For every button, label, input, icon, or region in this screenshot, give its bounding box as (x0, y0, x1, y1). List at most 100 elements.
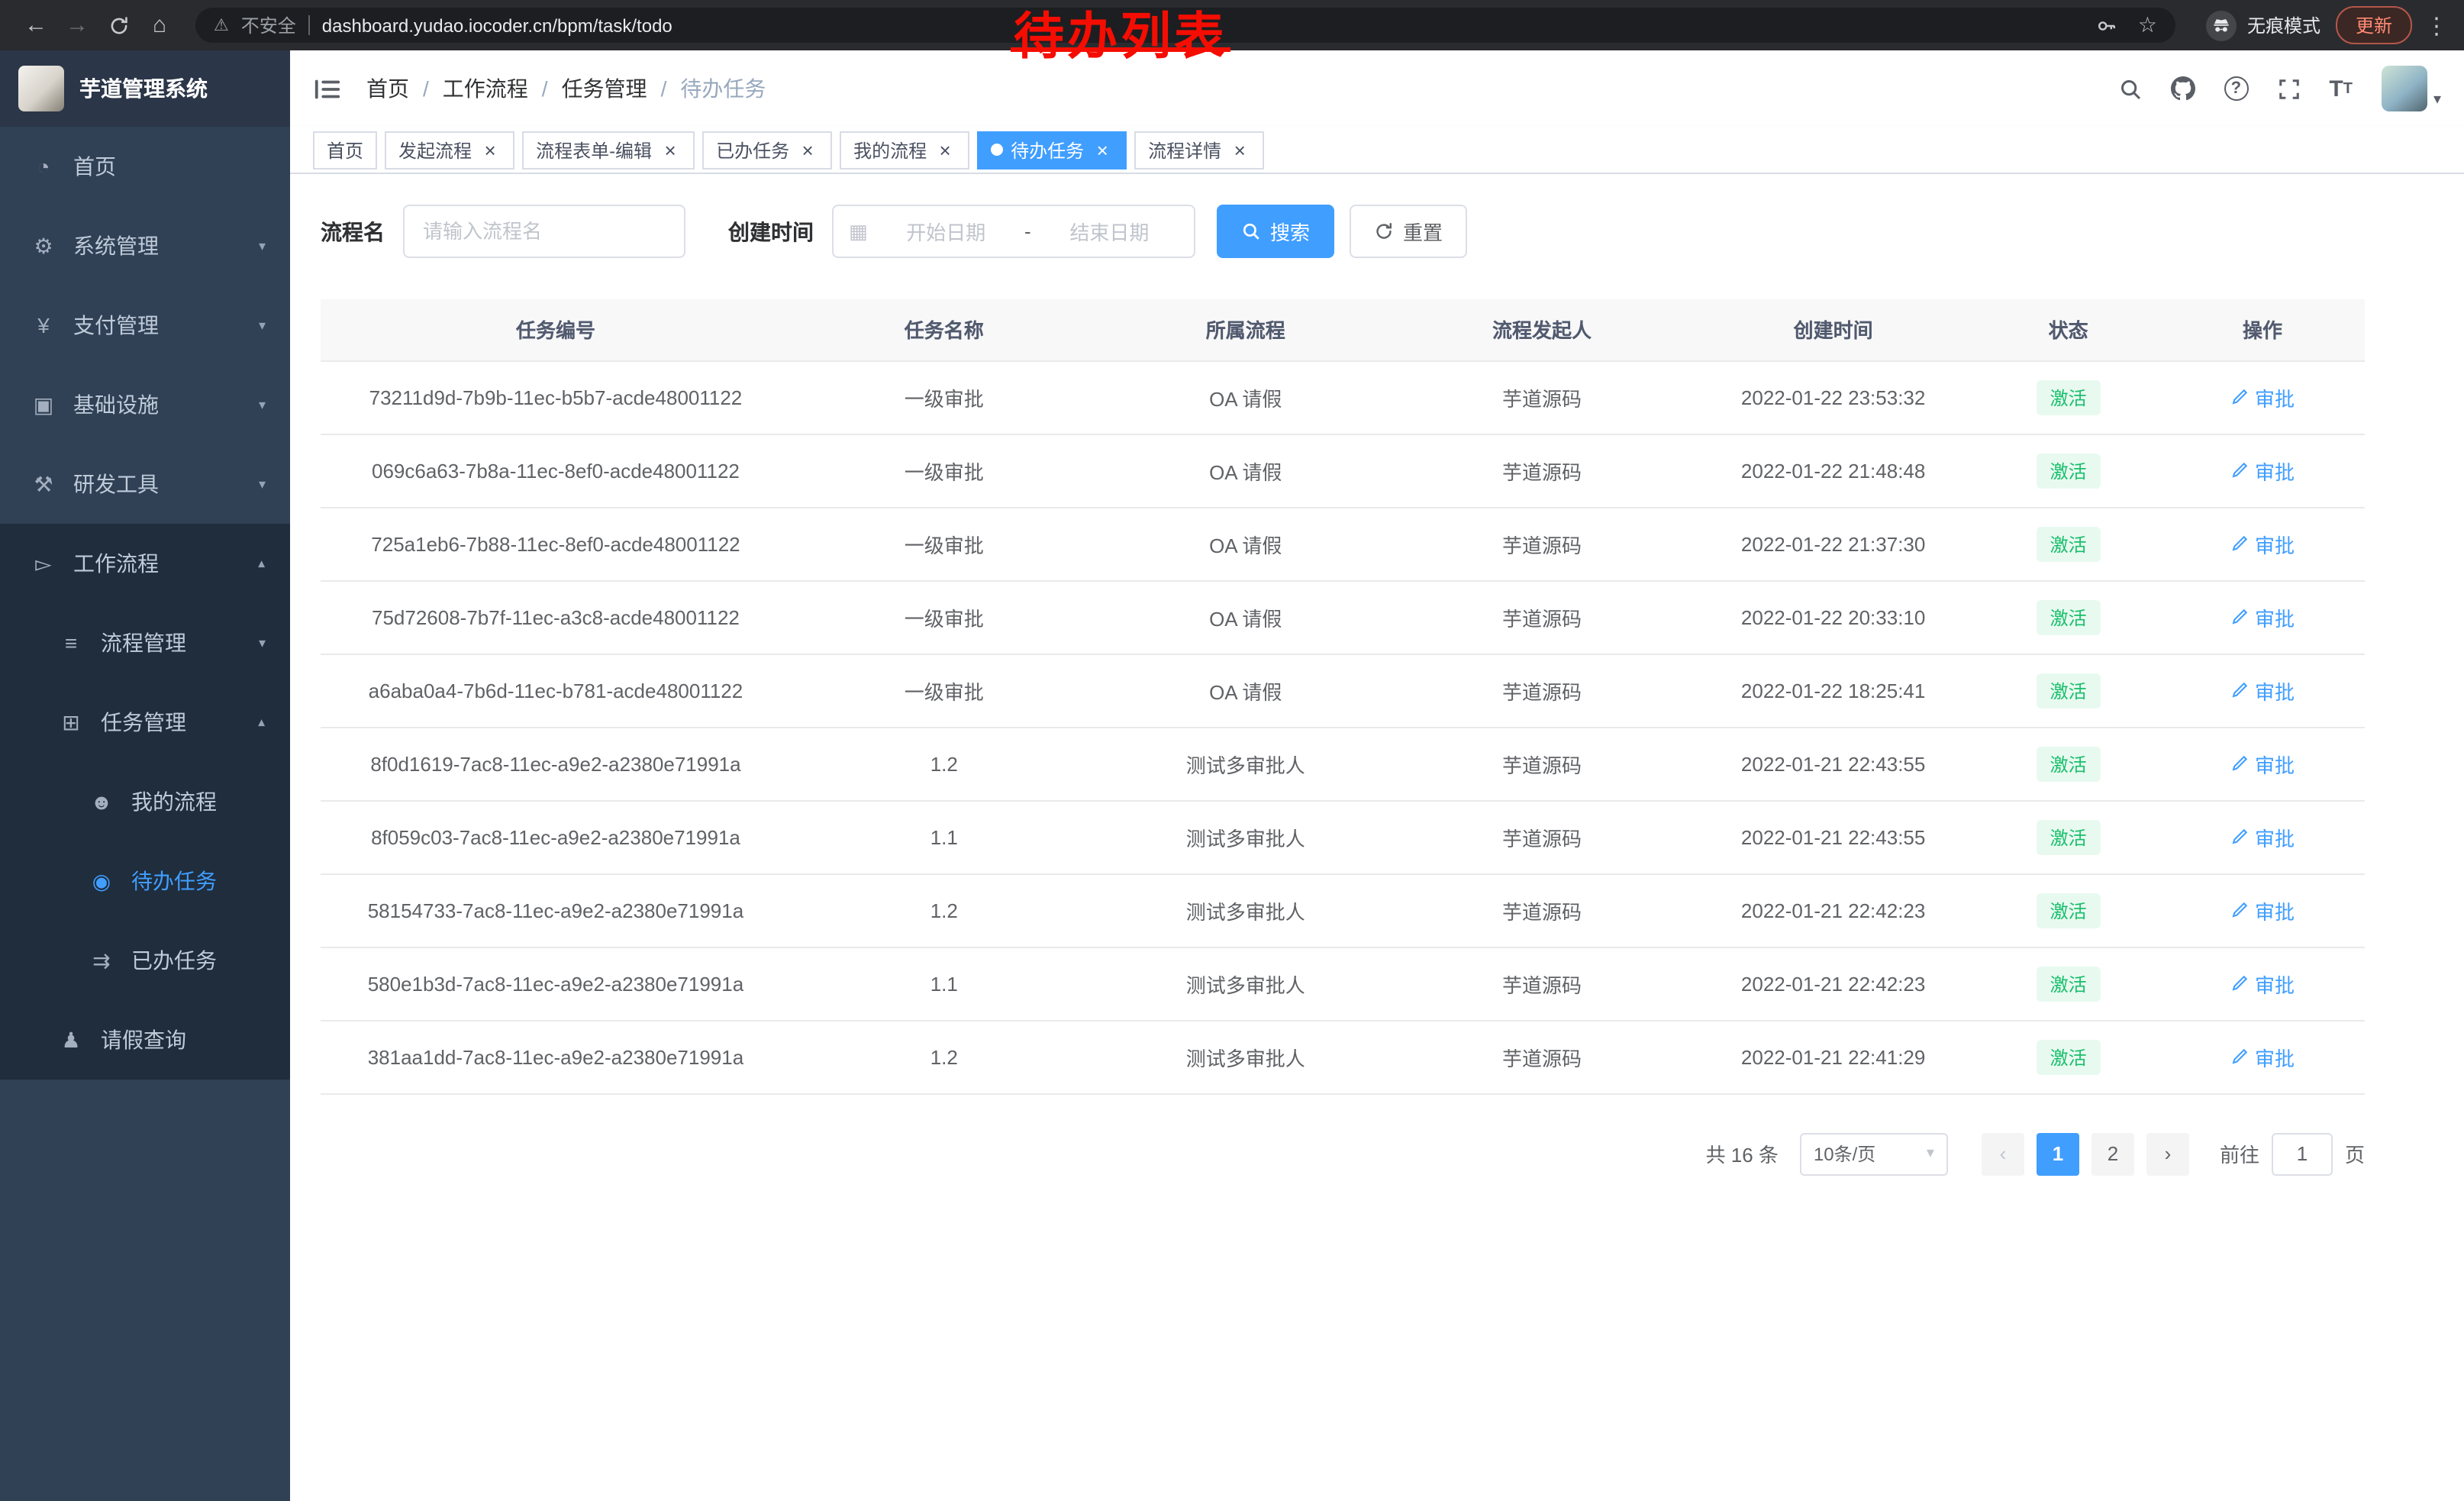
sidebar-item-label: 系统管理 (73, 231, 159, 261)
approve-link-label: 审批 (2255, 456, 2295, 485)
help-icon[interactable]: ? (2224, 76, 2248, 101)
logo-image (18, 66, 64, 111)
search-icon (1241, 221, 1261, 241)
tab-close-icon[interactable]: × (934, 139, 956, 160)
forward-icon[interactable]: → (56, 12, 98, 38)
sidebar-item[interactable]: ◔首页 (0, 127, 290, 206)
approve-link[interactable]: 审批 (2230, 896, 2295, 925)
date-range-picker[interactable]: ▦ 开始日期 - 结束日期 (832, 205, 1195, 258)
page-button[interactable]: 2 (2091, 1132, 2134, 1175)
tab-close-icon[interactable]: × (1229, 139, 1250, 160)
approve-link-label: 审批 (2255, 529, 2295, 558)
sidebar-item[interactable]: ⇉已办任务 (0, 921, 290, 1000)
status-badge: 激活 (2037, 599, 2101, 634)
github-icon[interactable] (2170, 76, 2195, 101)
app-title: 芋道管理系统 (79, 73, 208, 104)
cell-action: 审批 (2160, 434, 2365, 507)
fullscreen-icon[interactable] (2277, 77, 2300, 100)
calendar-icon: ▦ (849, 219, 868, 244)
approve-link[interactable]: 审批 (2230, 383, 2295, 412)
sidebar-item-label: 任务管理 (101, 707, 186, 738)
sidebar-item[interactable]: ▣基础设施▾ (0, 365, 290, 444)
tab[interactable]: 首页 (313, 131, 377, 169)
reset-button[interactable]: 重置 (1350, 205, 1467, 258)
sidebar-item[interactable]: ☻我的流程 (0, 762, 290, 841)
process-name-input[interactable] (403, 205, 685, 258)
tab[interactable]: 发起流程× (385, 131, 514, 169)
tab[interactable]: 流程详情 × (1134, 131, 1264, 169)
cell-action: 审批 (2160, 654, 2365, 727)
approve-link[interactable]: 审批 (2230, 456, 2295, 485)
url-text: dashboard.yudao.iocoder.cn/bpm/task/todo (322, 15, 672, 36)
breadcrumb-item[interactable]: 首页 (366, 73, 409, 104)
approve-link[interactable]: 审批 (2230, 969, 2295, 998)
goto-page-input[interactable] (2272, 1132, 2333, 1175)
browser-chrome: ← → ⌂ ⚠ 不安全 dashboard.yudao.iocoder.cn/b… (0, 0, 2464, 50)
cell-process: 测试多审批人 (1098, 727, 1394, 800)
tab-close-icon[interactable]: × (1092, 139, 1113, 160)
sidebar-item[interactable]: ▻工作流程▾ (0, 524, 290, 603)
sidebar-item[interactable]: ⊞任务管理▾ (0, 683, 290, 762)
cell-task-name: 1.1 (791, 947, 1098, 1020)
start-date-placeholder: 开始日期 (877, 217, 1015, 246)
browser-menu-icon[interactable]: ⋮ (2424, 11, 2449, 39)
sidebar-item[interactable]: ⚙系统管理▾ (0, 206, 290, 286)
tab[interactable]: 流程表单-编辑× (522, 131, 695, 169)
page-size-select[interactable]: 10条/页 ▾ (1800, 1132, 1948, 1175)
table-body: 73211d9d-7b9b-11ec-b5b7-acde48001122一级审批… (321, 360, 2365, 1093)
sidebar-item[interactable]: ≡流程管理▾ (0, 603, 290, 683)
search-button[interactable]: 搜索 (1217, 205, 1334, 258)
sidebar-item[interactable]: ◉待办任务 (0, 841, 290, 921)
arrows-icon: ⇉ (89, 947, 114, 973)
update-button[interactable]: 更新 (2336, 6, 2412, 44)
password-key-icon[interactable] (2097, 15, 2118, 36)
sidebar-item[interactable]: ♟请假查询 (0, 1000, 290, 1080)
screen: ← → ⌂ ⚠ 不安全 dashboard.yudao.iocoder.cn/b… (0, 0, 2464, 1501)
tab-close-icon[interactable]: × (660, 139, 681, 160)
filter-name-label: 流程名 (321, 216, 385, 247)
user-avatar[interactable]: ▾ (2382, 66, 2441, 111)
breadcrumb-item[interactable]: 工作流程 (443, 73, 528, 104)
range-separator: - (1024, 220, 1031, 243)
approve-link[interactable]: 审批 (2230, 602, 2295, 631)
approve-link[interactable]: 审批 (2230, 676, 2295, 705)
reload-icon[interactable] (98, 15, 139, 36)
tab[interactable]: 待办任务× (977, 131, 1127, 169)
sidebar-item[interactable]: ¥支付管理▾ (0, 286, 290, 365)
tab[interactable]: 已办任务× (702, 131, 832, 169)
sidebar-item[interactable]: ⚒研发工具▾ (0, 444, 290, 524)
search-icon[interactable] (2118, 77, 2141, 100)
approve-link[interactable]: 审批 (2230, 749, 2295, 778)
approve-link-label: 审批 (2255, 1042, 2295, 1071)
approve-link[interactable]: 审批 (2230, 822, 2295, 851)
cell-task-name: 1.2 (791, 873, 1098, 947)
cell-task-id: a6aba0a4-7b6d-11ec-b781-acde48001122 (321, 654, 791, 727)
font-size-icon[interactable]: TT (2329, 76, 2353, 102)
cell-task-name: 一级审批 (791, 507, 1098, 580)
edit-icon (2230, 608, 2249, 626)
next-page-button[interactable]: › (2146, 1132, 2189, 1175)
back-icon[interactable]: ← (15, 12, 56, 38)
incognito-indicator: 无痕模式 (2206, 10, 2320, 40)
bookmark-star-icon[interactable]: ☆ (2138, 12, 2157, 38)
approve-link[interactable]: 审批 (2230, 1042, 2295, 1071)
tools-icon: ⚒ (31, 471, 56, 497)
tab-close-icon[interactable]: × (479, 139, 501, 160)
browser-home-icon[interactable]: ⌂ (139, 12, 180, 38)
chevron-down-icon: ▾ (259, 396, 266, 413)
cell-status: 激活 (1976, 800, 2160, 873)
sidebar-item-label: 流程管理 (101, 628, 186, 658)
table-row: 069c6a63-7b8a-11ec-8ef0-acde48001122一级审批… (321, 434, 2365, 507)
cell-task-name: 1.2 (791, 1020, 1098, 1093)
page-button[interactable]: 1 (2037, 1132, 2079, 1175)
cell-starter: 芋道源码 (1394, 800, 1690, 873)
tab[interactable]: 我的流程× (840, 131, 969, 169)
cell-action: 审批 (2160, 580, 2365, 654)
hamburger-icon[interactable] (313, 74, 342, 103)
breadcrumb-item[interactable]: 任务管理 (562, 73, 647, 104)
tab-label: 流程详情 (1148, 137, 1221, 163)
approve-link[interactable]: 审批 (2230, 529, 2295, 558)
prev-page-button[interactable]: ‹ (1982, 1132, 2024, 1175)
tasks-table: 任务编号 任务名称 所属流程 流程发起人 创建时间 状态 操作 73211d9d… (321, 299, 2365, 1094)
tab-close-icon[interactable]: × (797, 139, 818, 160)
